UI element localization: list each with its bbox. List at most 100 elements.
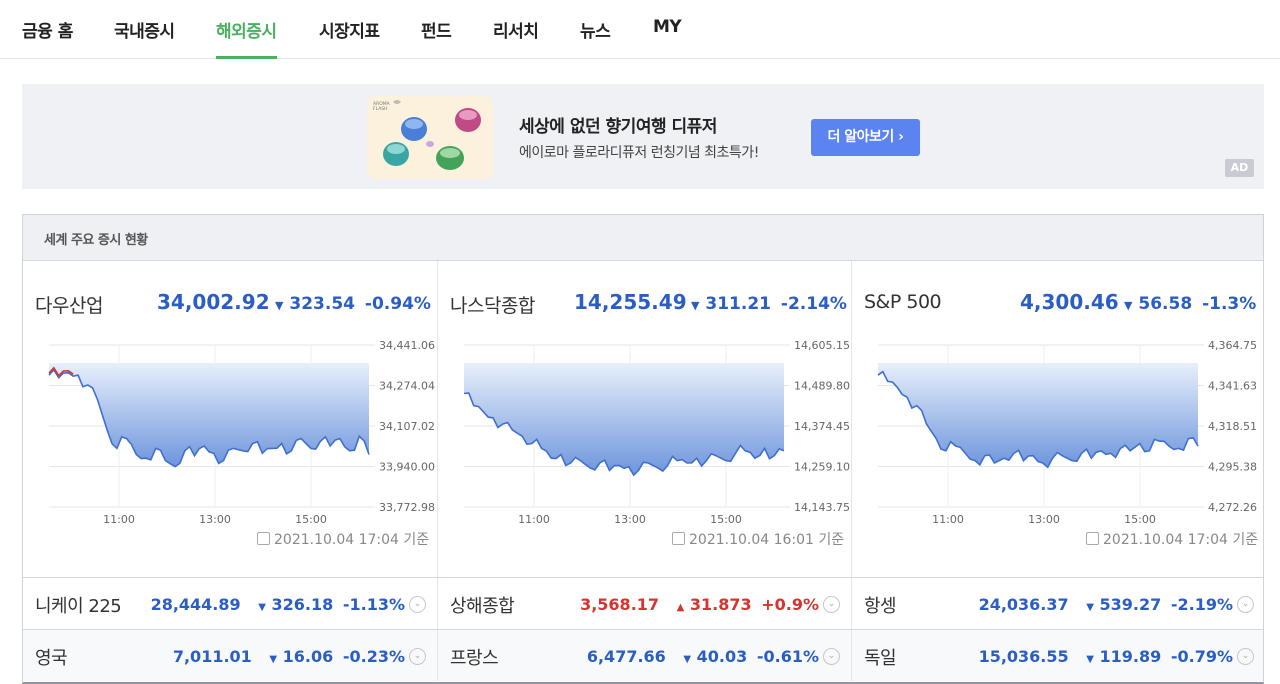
x-tick-label: 11:00 — [932, 513, 964, 523]
chevron-down-icon[interactable]: ⌄ — [409, 596, 426, 613]
nav-tab-market-indicators[interactable]: 시장지표 — [319, 17, 380, 59]
down-arrow-icon: ▼ — [1124, 299, 1133, 312]
y-tick-label: 33,940.00 — [379, 461, 435, 474]
ad-product-image[interactable]: AROMA FLASH — [367, 96, 493, 179]
index-chart[interactable]: 34,441.06 34,274.04 34,107.02 33,940.00 33,7… — [39, 335, 439, 523]
ad-banner[interactable]: AROMA FLASH 세상에 없던 향기여행 디퓨저 에이로마 플로라디퓨저 … — [22, 84, 1264, 189]
index-values: 24,036.37 ▼ 539.27 -2.19% — [978, 595, 1233, 614]
svg-text:FLASH: FLASH — [373, 106, 388, 112]
y-tick-label: 14,143.75 — [794, 501, 850, 514]
change-amount: 323.54 — [289, 294, 355, 314]
chevron-down-icon[interactable]: ⌄ — [823, 596, 840, 613]
index-chart[interactable]: 4,364.75 4,341.63 4,318.51 4,295.38 4,272.26… — [868, 335, 1268, 523]
index-value: 4,300.46 — [1020, 290, 1119, 314]
y-tick-label: 14,259.10 — [794, 461, 850, 474]
ad-description[interactable]: 에이로마 플로라디퓨저 런칭기념 최초특가! — [519, 142, 759, 162]
index-values: 28,444.89 ▼ 326.18 -1.13% — [150, 595, 405, 614]
y-tick-label: 4,295.38 — [1208, 461, 1257, 474]
index-name[interactable]: 독일 — [864, 644, 897, 670]
index-cell-hangseng[interactable]: 항셍 24,036.37 ▼ 539.27 -2.19% ⌄ — [851, 578, 1265, 629]
world-market-panel: 세계 주요 증시 현황 다우산업 34,002.92 ▼ 323.54 -0.9… — [22, 214, 1264, 684]
index-name[interactable]: 상해종합 — [450, 592, 515, 618]
change-amount: 56.58 — [1138, 294, 1193, 314]
index-row: 영국 7,011.01 ▼ 16.06 -0.23% ⌄ 프랑스 6,477.6… — [23, 629, 1263, 681]
nav-tab-funds[interactable]: 펀드 — [421, 17, 452, 59]
learn-more-button[interactable]: 더 알아보기 › — [811, 119, 920, 156]
timestamp: 2021.10.04 16:01 기준 — [672, 529, 844, 549]
x-tick-label: 15:00 — [710, 513, 742, 523]
y-tick-label: 4,318.51 — [1208, 420, 1257, 433]
nav-tab-my[interactable]: MY — [653, 17, 682, 59]
x-tick-label: 13:00 — [614, 513, 646, 523]
index-name[interactable]: 다우산업 — [35, 291, 103, 318]
down-arrow-icon: ▼ — [275, 299, 284, 312]
index-values: 15,036.55 ▼ 119.89 -0.79% — [978, 647, 1233, 666]
index-value: 34,002.92 — [157, 290, 270, 314]
y-tick-label: 34,441.06 — [379, 339, 435, 352]
down-arrow-icon: ▼ — [1086, 602, 1094, 613]
index-card-dow[interactable]: 다우산업 34,002.92 ▼ 323.54 -0.94% 34,441.06… — [23, 261, 437, 577]
x-tick-label: 11:00 — [518, 513, 550, 523]
change-percent: -2.14% — [780, 294, 847, 314]
index-values: 7,011.01 ▼ 16.06 -0.23% — [172, 647, 405, 666]
change-percent: -1.3% — [1202, 294, 1257, 314]
y-tick-label: 33,772.98 — [379, 501, 435, 514]
nav-tab-domestic-stocks[interactable]: 국내증시 — [114, 17, 175, 59]
ad-label: AD — [1225, 159, 1254, 177]
chevron-down-icon[interactable]: ⌄ — [409, 648, 426, 665]
index-cell-germany[interactable]: 독일 15,036.55 ▼ 119.89 -0.79% ⌄ — [851, 630, 1265, 681]
index-change: ▼ 311.21 -2.14% — [691, 294, 847, 314]
y-tick-label: 14,374.45 — [794, 420, 850, 433]
down-arrow-icon: ▼ — [1086, 654, 1094, 665]
nav-tab-finance-home[interactable]: 금융 홈 — [22, 17, 73, 59]
index-card-sp500[interactable]: S&P 500 4,300.46 ▼ 56.58 -1.3% 4,364.75 4… — [851, 261, 1265, 577]
index-name[interactable]: 나스닥종합 — [450, 291, 535, 318]
panel-title: 세계 주요 증시 현황 — [44, 233, 148, 248]
y-tick-label: 14,489.80 — [794, 380, 850, 393]
calendar-icon — [672, 532, 685, 545]
nav-tab-overseas-stocks[interactable]: 해외증시 — [216, 17, 277, 59]
index-name[interactable]: 영국 — [35, 644, 68, 670]
index-name[interactable]: 니케이 225 — [35, 592, 122, 618]
chevron-down-icon[interactable]: ⌄ — [823, 648, 840, 665]
y-tick-label: 4,341.63 — [1208, 380, 1257, 393]
nav-tab-research[interactable]: 리서치 — [493, 17, 539, 59]
index-name[interactable]: 항셍 — [864, 592, 897, 618]
index-name[interactable]: S&P 500 — [864, 291, 942, 313]
index-change: ▼ 56.58 -1.3% — [1124, 294, 1256, 314]
index-row: 니케이 225 28,444.89 ▼ 326.18 -1.13% ⌄ 상해종합… — [23, 577, 1263, 629]
change-amount: 311.21 — [705, 294, 771, 314]
area-fill — [464, 363, 784, 476]
down-arrow-icon: ▼ — [258, 602, 266, 613]
calendar-icon — [257, 532, 270, 545]
index-values: 6,477.66 ▼ 40.03 -0.61% — [586, 647, 819, 666]
x-tick-label: 13:00 — [199, 513, 231, 523]
y-tick-label: 4,272.26 — [1208, 501, 1257, 514]
index-value: 14,255.49 — [574, 290, 687, 314]
ad-title[interactable]: 세상에 없던 향기여행 디퓨저 — [519, 112, 717, 137]
down-arrow-icon: ▼ — [683, 654, 692, 665]
index-change: ▼ 323.54 -0.94% — [275, 294, 431, 314]
index-name[interactable]: 프랑스 — [450, 644, 499, 670]
index-cell-france[interactable]: 프랑스 6,477.66 ▼ 40.03 -0.61% ⌄ — [437, 630, 851, 681]
y-tick-label: 34,107.02 — [379, 420, 435, 433]
timestamp: 2021.10.04 17:04 기준 — [257, 529, 429, 549]
down-arrow-icon: ▼ — [691, 299, 700, 312]
nav-tab-news[interactable]: 뉴스 — [580, 17, 611, 59]
timestamp: 2021.10.04 17:04 기준 — [1086, 529, 1258, 549]
change-percent: -0.94% — [364, 294, 431, 314]
index-cell-shanghai[interactable]: 상해종합 3,568.17 ▲ 31.873 +0.9% ⌄ — [437, 578, 851, 629]
index-chart[interactable]: 14,605.15 14,489.80 14,374.45 14,259.10 14,1… — [454, 335, 854, 523]
top-navigation: 금융 홈 국내증시 해외증시 시장지표 펀드 리서치 뉴스 MY — [0, 0, 1280, 59]
y-tick-label: 34,274.04 — [379, 380, 435, 393]
index-cell-uk[interactable]: 영국 7,011.01 ▼ 16.06 -0.23% ⌄ — [23, 630, 437, 681]
index-values: 3,568.17 ▲ 31.873 +0.9% — [580, 595, 819, 614]
x-tick-label: 15:00 — [295, 513, 327, 523]
x-tick-label: 11:00 — [103, 513, 135, 523]
index-card-nasdaq[interactable]: 나스닥종합 14,255.49 ▼ 311.21 -2.14% 14,605.1… — [437, 261, 851, 577]
chevron-down-icon[interactable]: ⌄ — [1237, 596, 1254, 613]
index-cell-nikkei[interactable]: 니케이 225 28,444.89 ▼ 326.18 -1.13% ⌄ — [23, 578, 437, 629]
down-arrow-icon: ▼ — [269, 654, 278, 665]
chevron-down-icon[interactable]: ⌄ — [1237, 648, 1254, 665]
y-tick-label: 4,364.75 — [1208, 339, 1257, 352]
